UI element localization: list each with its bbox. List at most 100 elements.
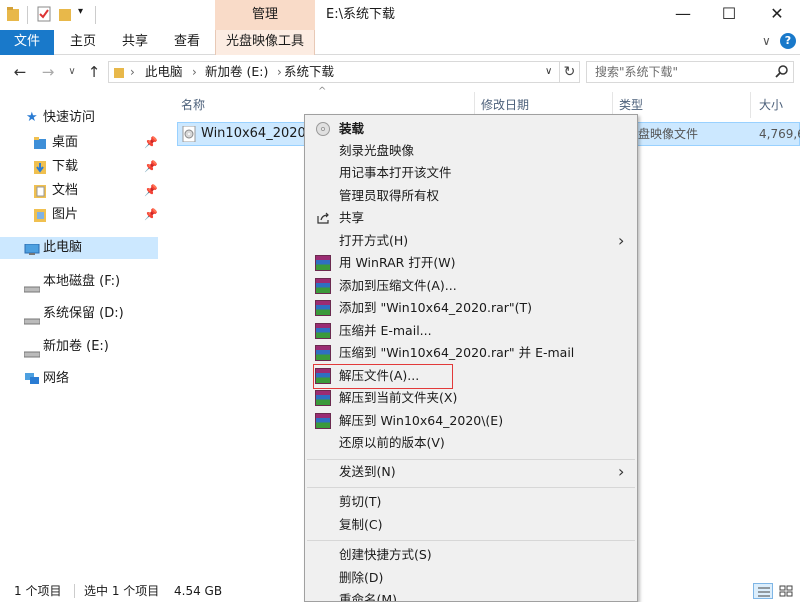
breadcrumb-folder[interactable]: 系统下载 bbox=[284, 62, 334, 82]
large-icons-view-button[interactable] bbox=[777, 583, 795, 599]
sidebar-item-pictures[interactable]: 图片 📌 bbox=[0, 204, 158, 226]
sidebar-item-label: 快速访问 bbox=[43, 110, 96, 125]
menu-item-label: 用 WinRAR 打开(W) bbox=[339, 255, 456, 270]
documents-icon bbox=[34, 184, 46, 206]
tab-file[interactable]: 文件 bbox=[0, 30, 54, 55]
forward-button[interactable]: → bbox=[38, 62, 58, 82]
menu-item-label: 复制(C) bbox=[339, 517, 383, 532]
network-icon bbox=[24, 372, 40, 394]
menu-item-create-shortcut[interactable]: 创建快捷方式(S) bbox=[305, 544, 637, 566]
drive-icon bbox=[23, 279, 41, 301]
sidebar-item-documents[interactable]: 文档 📌 bbox=[0, 180, 158, 202]
breadcrumb-separator: › bbox=[130, 65, 135, 79]
menu-separator bbox=[307, 540, 635, 541]
sidebar-item-label: 桌面 bbox=[52, 135, 79, 150]
menu-item-add-to-archive[interactable]: 添加到压缩文件(A)... bbox=[305, 275, 637, 297]
search-icon bbox=[775, 65, 789, 82]
menu-item-open-with-winrar[interactable]: 用 WinRAR 打开(W) bbox=[305, 252, 637, 274]
menu-item-label: 剪切(T) bbox=[339, 494, 382, 509]
winrar-icon bbox=[315, 278, 331, 294]
sidebar-item-this-pc[interactable]: 此电脑 bbox=[0, 237, 158, 259]
folder-icon bbox=[6, 6, 20, 22]
tab-disc-image-tools[interactable]: 光盘映像工具 bbox=[215, 30, 315, 55]
sidebar-item-desktop[interactable]: 桌面 📌 bbox=[0, 132, 158, 154]
menu-item-label: 压缩到 "Win10x64_2020.rar" 并 E-mail bbox=[339, 345, 575, 360]
column-header-type[interactable]: 类型 bbox=[619, 96, 643, 114]
drive-icon bbox=[23, 311, 41, 333]
sort-indicator-icon: ^ bbox=[318, 86, 327, 97]
pin-icon[interactable]: 📌 bbox=[144, 132, 158, 154]
winrar-icon bbox=[315, 345, 331, 361]
menu-item-share[interactable]: 共享 bbox=[305, 207, 637, 229]
sidebar-item-network[interactable]: 网络 bbox=[0, 368, 158, 390]
menu-item-burn-disc-image[interactable]: 刻录光盘映像 bbox=[305, 140, 637, 162]
menu-item-send-to[interactable]: 发送到(N) › bbox=[305, 461, 637, 483]
properties-icon[interactable] bbox=[37, 6, 51, 22]
sidebar-item-drive-d[interactable]: 系统保留 (D:) bbox=[0, 303, 158, 325]
search-input[interactable]: 搜索"系统下载" bbox=[586, 61, 794, 83]
collapse-ribbon-icon[interactable]: ∨ bbox=[762, 34, 771, 48]
menu-item-extract-here[interactable]: 解压到当前文件夹(X) bbox=[305, 387, 637, 409]
sidebar-item-label: 新加卷 (E:) bbox=[43, 339, 109, 354]
search-placeholder: 搜索"系统下载" bbox=[595, 65, 679, 79]
new-folder-icon[interactable] bbox=[58, 6, 72, 22]
maximize-button[interactable]: ☐ bbox=[706, 0, 752, 30]
share-icon bbox=[315, 210, 331, 226]
column-header-modified[interactable]: 修改日期 bbox=[481, 96, 529, 114]
ribbon-tabs: 文件 主页 共享 查看 光盘映像工具 ∨ ? bbox=[0, 30, 800, 55]
winrar-icon bbox=[315, 300, 331, 316]
column-header-name[interactable]: 名称 bbox=[181, 96, 205, 114]
menu-item-copy[interactable]: 复制(C) bbox=[305, 514, 637, 536]
tab-home[interactable]: 主页 bbox=[70, 30, 96, 55]
details-view-button[interactable] bbox=[753, 583, 773, 599]
winrar-icon bbox=[315, 323, 331, 339]
menu-item-open-with-notepad[interactable]: 用记事本打开该文件 bbox=[305, 162, 637, 184]
divider bbox=[95, 6, 96, 24]
submenu-arrow-icon: › bbox=[618, 462, 625, 481]
breadcrumb-drive-e[interactable]: 新加卷 (E:) bbox=[205, 62, 268, 82]
manage-tab[interactable]: 管理 bbox=[215, 0, 315, 30]
breadcrumb-this-pc[interactable]: 此电脑 bbox=[145, 62, 183, 82]
menu-item-add-to-rar[interactable]: 添加到 "Win10x64_2020.rar"(T) bbox=[305, 297, 637, 319]
pin-icon[interactable]: 📌 bbox=[144, 180, 158, 202]
download-icon bbox=[34, 160, 46, 182]
menu-item-label: 压缩并 E-mail... bbox=[339, 323, 432, 338]
up-button[interactable]: ↑ bbox=[84, 62, 104, 82]
pictures-icon bbox=[34, 208, 46, 230]
menu-item-label: 添加到 "Win10x64_2020.rar"(T) bbox=[339, 300, 533, 315]
close-button[interactable]: ✕ bbox=[754, 0, 800, 30]
tab-view[interactable]: 查看 bbox=[174, 30, 200, 55]
customize-toolbar-icon[interactable]: ▾ bbox=[78, 6, 83, 17]
column-divider[interactable] bbox=[750, 92, 751, 118]
menu-item-restore-previous-versions[interactable]: 还原以前的版本(V) bbox=[305, 432, 637, 454]
menu-item-compress-to-rar-and-email[interactable]: 压缩到 "Win10x64_2020.rar" 并 E-mail bbox=[305, 342, 637, 364]
back-button[interactable]: ← bbox=[10, 62, 30, 82]
menu-item-compress-and-email[interactable]: 压缩并 E-mail... bbox=[305, 320, 637, 342]
sidebar-item-downloads[interactable]: 下载 📌 bbox=[0, 156, 158, 178]
menu-item-extract-to-folder[interactable]: 解压到 Win10x64_2020\(E) bbox=[305, 410, 637, 432]
selected-count: 选中 1 个项目 bbox=[84, 584, 160, 598]
column-header-size[interactable]: 大小 bbox=[759, 96, 783, 114]
menu-item-open-with[interactable]: 打开方式(H) › bbox=[305, 230, 637, 252]
menu-item-label: 发送到(N) bbox=[339, 464, 396, 479]
tab-share[interactable]: 共享 bbox=[122, 30, 148, 55]
menu-item-take-ownership[interactable]: 管理员取得所有权 bbox=[305, 185, 637, 207]
menu-item-mount[interactable]: 装载 bbox=[305, 118, 637, 140]
refresh-button[interactable]: ↻ bbox=[560, 61, 580, 83]
help-icon[interactable]: ? bbox=[780, 33, 796, 49]
minimize-button[interactable]: — bbox=[660, 0, 706, 30]
pin-icon[interactable]: 📌 bbox=[144, 204, 158, 226]
address-bar[interactable]: › 此电脑 › 新加卷 (E:) › 系统下载 ∨ bbox=[108, 61, 560, 83]
menu-item-label: 管理员取得所有权 bbox=[339, 188, 440, 203]
sidebar-item-quick-access[interactable]: ★ 快速访问 bbox=[0, 107, 158, 129]
recent-locations-button[interactable]: ∨ bbox=[62, 62, 82, 82]
address-dropdown-icon[interactable]: ∨ bbox=[545, 62, 552, 82]
sidebar-item-drive-f[interactable]: 本地磁盘 (F:) bbox=[0, 271, 158, 293]
sidebar-item-drive-e[interactable]: 新加卷 (E:) bbox=[0, 336, 158, 358]
context-menu: 装载 刻录光盘映像 用记事本打开该文件 管理员取得所有权 共享 打开方式(H) … bbox=[304, 114, 638, 602]
file-name: Win10x64_2020 bbox=[201, 126, 306, 141]
menu-item-cut[interactable]: 剪切(T) bbox=[305, 491, 637, 513]
sidebar-item-label: 文档 bbox=[52, 183, 79, 198]
divider bbox=[27, 6, 28, 24]
pin-icon[interactable]: 📌 bbox=[144, 156, 158, 178]
